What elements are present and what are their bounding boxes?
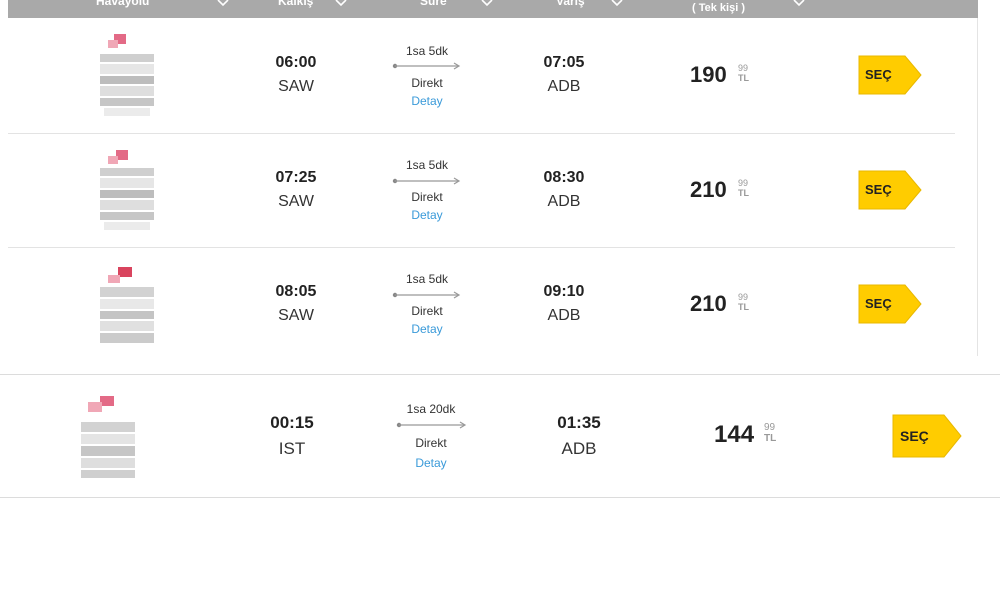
- flight-duration: 1sa 20dk: [406, 402, 456, 416]
- departure-airport: SAW: [278, 307, 314, 324]
- chevron-down-icon[interactable]: [334, 0, 348, 10]
- flight-row: 06:00 SAW 1sa 5dk Direkt Detay 07:05 ADB…: [8, 18, 977, 133]
- flight-detail-link[interactable]: Detay: [382, 322, 472, 336]
- price-amount: 190: [690, 62, 727, 87]
- flight-type: Direkt: [411, 190, 443, 204]
- price-currency: TL: [738, 73, 749, 83]
- select-flight-label: SEÇ: [900, 428, 929, 444]
- direct-route-arrow-icon: [392, 291, 461, 299]
- departure-airport: SAW: [278, 193, 314, 210]
- chevron-down-icon[interactable]: [480, 0, 494, 10]
- price-currency: TL: [738, 188, 749, 198]
- departure-airport: IST: [278, 439, 306, 458]
- arrival-airport: ADB: [547, 193, 581, 210]
- arrival-airport: ADB: [561, 439, 597, 458]
- price-currency: TL: [764, 433, 777, 444]
- arrival-time: 09:10: [543, 283, 585, 300]
- price-cents: 99: [764, 422, 776, 433]
- arrival-airport: ADB: [547, 307, 581, 324]
- flight-row: 08:05 SAW 1sa 5dk Direkt Detay 09:10 ADB…: [8, 247, 977, 362]
- select-flight-label: SEÇ: [865, 182, 892, 197]
- price-amount: 210: [690, 291, 727, 316]
- departure-airport: SAW: [278, 78, 314, 95]
- price-cents: 99: [738, 292, 749, 302]
- airline-logo: [98, 34, 154, 118]
- price-cents: 99: [738, 178, 749, 188]
- header-departure[interactable]: Kalkış: [278, 0, 313, 8]
- header-airline[interactable]: Havayolu: [96, 0, 149, 8]
- header-arrival[interactable]: Varış: [556, 0, 585, 8]
- arrival-time: 07:05: [543, 54, 585, 71]
- header-price-per-person[interactable]: ( Tek kişi ): [692, 2, 745, 14]
- arrival-time: 08:30: [543, 169, 585, 186]
- price-amount: 144: [714, 421, 755, 448]
- chevron-down-icon[interactable]: [610, 0, 624, 10]
- departure-time: 07:25: [275, 169, 317, 186]
- select-flight-button[interactable]: SEÇ: [856, 283, 922, 325]
- results-header: Havayolu Kalkış Süre Varış ( Tek kişi ): [8, 0, 978, 18]
- select-flight-label: SEÇ: [865, 67, 892, 82]
- flight-type: Direkt: [415, 436, 447, 450]
- flight-type: Direkt: [411, 76, 443, 90]
- airline-logo: [98, 150, 154, 234]
- flight-detail-link[interactable]: Detay: [386, 456, 476, 470]
- arrival-airport: ADB: [547, 78, 581, 95]
- flight-detail-link[interactable]: Detay: [382, 94, 472, 108]
- departure-time: 06:00: [275, 54, 317, 71]
- chevron-down-icon[interactable]: [216, 0, 230, 10]
- select-flight-button[interactable]: SEÇ: [890, 413, 962, 459]
- direct-route-arrow-icon: [392, 62, 461, 70]
- airline-logo: [80, 396, 136, 480]
- airline-logo: [98, 267, 154, 351]
- arrival-time: 01:35: [557, 413, 601, 432]
- price-cents: 99: [738, 63, 749, 73]
- flight-duration: 1sa 5dk: [405, 44, 449, 58]
- flight-duration: 1sa 5dk: [405, 272, 449, 286]
- flight-row: 07:25 SAW 1sa 5dk Direkt Detay 08:30 ADB…: [8, 133, 977, 248]
- flight-duration: 1sa 5dk: [405, 158, 449, 172]
- select-flight-label: SEÇ: [865, 296, 892, 311]
- direct-route-arrow-icon: [396, 421, 467, 429]
- header-duration[interactable]: Süre: [420, 0, 447, 8]
- chevron-down-icon[interactable]: [792, 0, 806, 10]
- departure-time: 08:05: [275, 283, 317, 300]
- price-currency: TL: [738, 302, 749, 312]
- direct-route-arrow-icon: [392, 177, 461, 185]
- flight-list: 06:00 SAW 1sa 5dk Direkt Detay 07:05 ADB…: [8, 18, 978, 356]
- price-amount: 210: [690, 177, 727, 202]
- select-flight-button[interactable]: SEÇ: [856, 54, 922, 96]
- flight-detail-link[interactable]: Detay: [382, 208, 472, 222]
- select-flight-button[interactable]: SEÇ: [856, 169, 922, 211]
- flight-row: 00:15 IST 1sa 20dk Direkt Detay 01:35 AD…: [0, 374, 1000, 498]
- flight-type: Direkt: [411, 304, 443, 318]
- departure-time: 00:15: [270, 413, 314, 432]
